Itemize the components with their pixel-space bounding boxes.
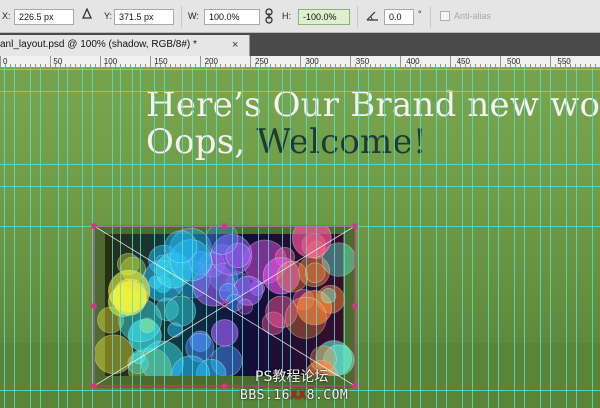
ruler-label: 200 <box>205 57 219 66</box>
transform-handle[interactable] <box>91 223 97 229</box>
separator <box>430 6 431 28</box>
reference-point-icon[interactable] <box>81 7 93 22</box>
h-label: H: <box>282 11 291 21</box>
transform-handle[interactable] <box>222 383 227 389</box>
watermark-url-a: BBS.16 <box>240 388 290 403</box>
ruler-label: 0 <box>3 57 8 66</box>
horizontal-ruler[interactable]: 0 50 100 150 200 250 300 350 400 450 500 550 <box>0 56 600 68</box>
width-field[interactable]: 100.0% <box>204 9 260 25</box>
transform-handle[interactable] <box>222 223 227 229</box>
ruler-label: 50 <box>53 57 62 66</box>
anti-alias-checkbox[interactable] <box>440 11 450 21</box>
ruler-label: 100 <box>104 57 118 66</box>
angle-field[interactable]: 0.0 <box>384 9 414 25</box>
chain-link-icon[interactable] <box>264 8 274 26</box>
transform-handle[interactable] <box>91 383 97 389</box>
watermark-url-xx: XX <box>289 388 307 403</box>
x-position-field[interactable]: 226.5 px <box>14 9 74 25</box>
watermark-text: PS教程论坛 <box>255 369 329 385</box>
ruler-label: 450 <box>457 57 471 66</box>
ruler-label: 350 <box>356 57 370 66</box>
options-bar: X: 226.5 px Y: 371.5 px W: 100.0% H: -10… <box>0 0 600 33</box>
separator <box>181 6 182 28</box>
x-label: X: <box>2 11 11 21</box>
transform-handle[interactable] <box>352 223 358 229</box>
close-icon[interactable]: × <box>232 35 238 55</box>
document-tab[interactable]: anl_layout.psd @ 100% (shadow, RGB/8#) *… <box>0 35 250 56</box>
y-label: Y: <box>104 11 113 21</box>
watermark-url-c: 8.COM <box>306 388 349 403</box>
separator <box>357 6 358 28</box>
height-field[interactable]: -100.0% <box>298 9 350 25</box>
y-position-field[interactable]: 371.5 px <box>114 9 174 25</box>
ruler-label: 400 <box>406 57 420 66</box>
ruler-label: 150 <box>154 57 168 66</box>
document-tab-bar: anl_layout.psd @ 100% (shadow, RGB/8#) *… <box>0 33 600 56</box>
guides-overlay <box>0 68 600 408</box>
ruler-label: 500 <box>507 57 521 66</box>
watermark-url: BBS.16XX8.COM <box>240 388 348 403</box>
ruler-label: 250 <box>255 57 269 66</box>
w-label: W: <box>188 11 199 21</box>
transform-handle[interactable] <box>91 303 97 309</box>
ruler-ticks: 0 50 100 150 200 250 300 350 400 450 500 550 <box>0 56 596 67</box>
document-canvas[interactable]: Here’s Our Brand new wo Oops, Welcome! P… <box>0 68 600 408</box>
rotate-angle-icon <box>366 9 379 23</box>
transform-handle[interactable] <box>352 383 358 389</box>
anti-alias-label: Anti-alias <box>454 11 492 21</box>
document-tab-title: anl_layout.psd @ 100% (shadow, RGB/8#) * <box>0 39 197 50</box>
ruler-label: 300 <box>305 57 319 66</box>
transform-handle[interactable] <box>352 303 358 309</box>
degree-symbol: ° <box>418 9 422 19</box>
ruler-label: 550 <box>557 57 571 66</box>
